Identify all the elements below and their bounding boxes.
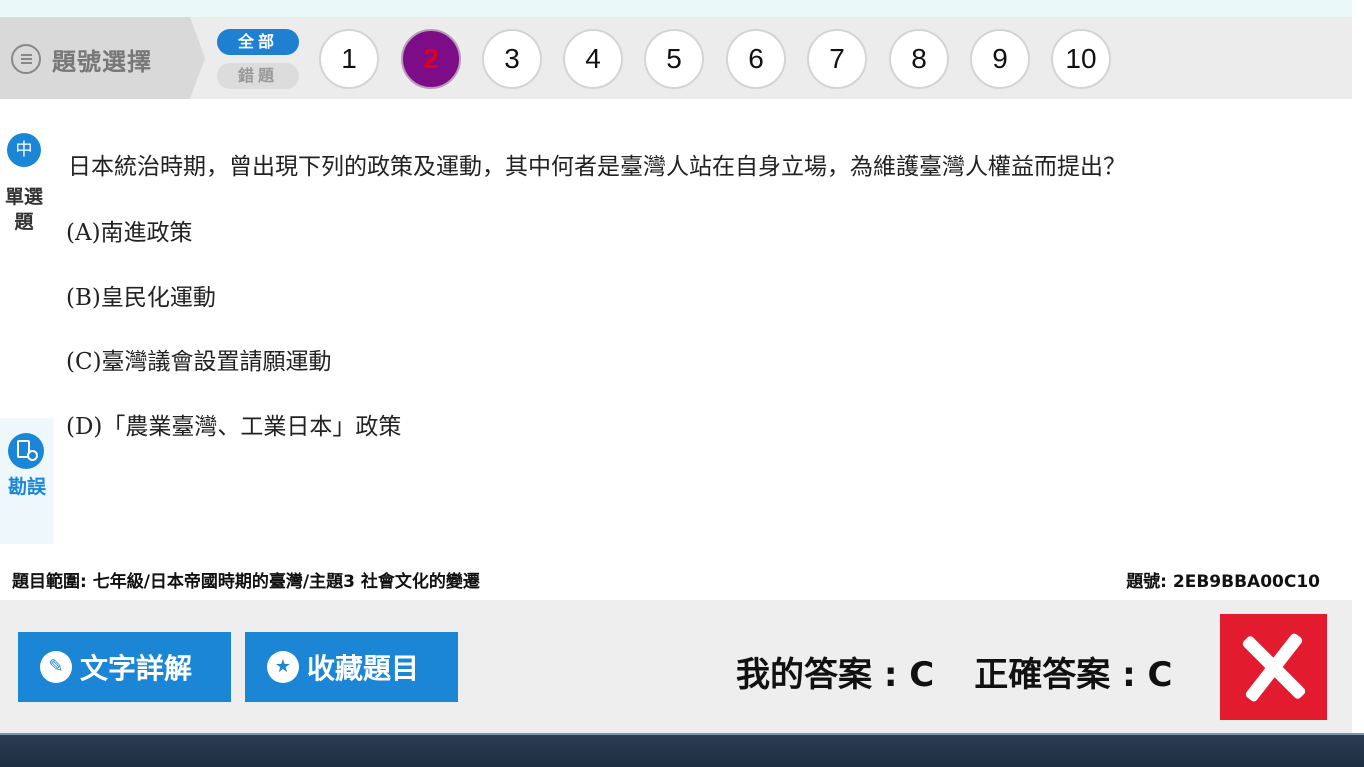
report-error-button[interactable]: 勘誤 xyxy=(0,418,54,544)
taskbar xyxy=(0,735,1364,767)
bottom-action-bar: ✎ 文字詳解 ★ 收藏題目 我的答案 : C 正確答案 : C xyxy=(0,600,1352,735)
option-c: (C)臺灣議會設置請願運動 xyxy=(66,349,332,375)
question-number-4[interactable]: 4 xyxy=(563,29,623,89)
answer-summary: 我的答案 : C 正確答案 : C xyxy=(736,647,1172,696)
question-number-5[interactable]: 5 xyxy=(644,29,704,89)
question-number-2-current[interactable]: 2 xyxy=(401,29,461,89)
report-icon xyxy=(8,433,44,469)
question-range: 題目範圍: 七年級/日本帝國時期的臺灣/主題3 社會文化的變遷 xyxy=(12,572,480,592)
question-number-3[interactable]: 3 xyxy=(482,29,542,89)
report-error-label: 勘誤 xyxy=(7,476,46,498)
language-icon: 中 xyxy=(7,133,41,167)
question-number-6[interactable]: 6 xyxy=(726,29,786,89)
question-stem: 日本統治時期，曾出現下列的政策及運動，其中何者是臺灣人站在自身立場，為維護臺灣人… xyxy=(68,154,1126,180)
question-number-7[interactable]: 7 xyxy=(807,29,867,89)
question-select-label: 題號選擇 xyxy=(52,48,152,76)
pencil-icon: ✎ xyxy=(40,651,72,683)
correct-answer: 正確答案 : C xyxy=(974,655,1173,695)
filter-wrong-button[interactable]: 錯題 xyxy=(217,63,299,89)
question-number-9[interactable]: 9 xyxy=(970,29,1030,89)
right-edge xyxy=(1352,0,1364,767)
list-icon xyxy=(11,44,41,74)
wrong-icon xyxy=(1220,614,1327,720)
my-answer: 我的答案 : C xyxy=(736,655,935,695)
question-nav: 題號選擇 全部 錯題 1 2 3 4 5 6 7 8 9 10 xyxy=(0,17,1352,99)
question-type-label: 單選題 xyxy=(4,186,43,233)
favorite-question-button[interactable]: ★ 收藏題目 xyxy=(245,632,458,702)
question-number-1[interactable]: 1 xyxy=(319,29,379,89)
option-d: (D)「農業臺灣、工業日本」政策 xyxy=(66,414,402,440)
question-number-8[interactable]: 8 xyxy=(889,29,949,89)
question-id: 題號: 2EB9BBA00C10 xyxy=(1126,572,1320,592)
filter-all-button[interactable]: 全部 xyxy=(217,29,299,55)
option-a: (A)南進政策 xyxy=(66,220,193,246)
favorite-question-label: 收藏題目 xyxy=(307,652,420,685)
question-number-10[interactable]: 10 xyxy=(1051,29,1111,89)
top-strip xyxy=(0,0,1364,17)
star-icon: ★ xyxy=(267,651,299,683)
text-explanation-button[interactable]: ✎ 文字詳解 xyxy=(18,632,231,702)
question-select[interactable]: 題號選擇 xyxy=(0,17,205,99)
question-type-tag: 中 單選題 xyxy=(4,133,44,235)
text-explanation-label: 文字詳解 xyxy=(80,652,193,685)
option-b: (B)皇民化運動 xyxy=(66,285,216,311)
